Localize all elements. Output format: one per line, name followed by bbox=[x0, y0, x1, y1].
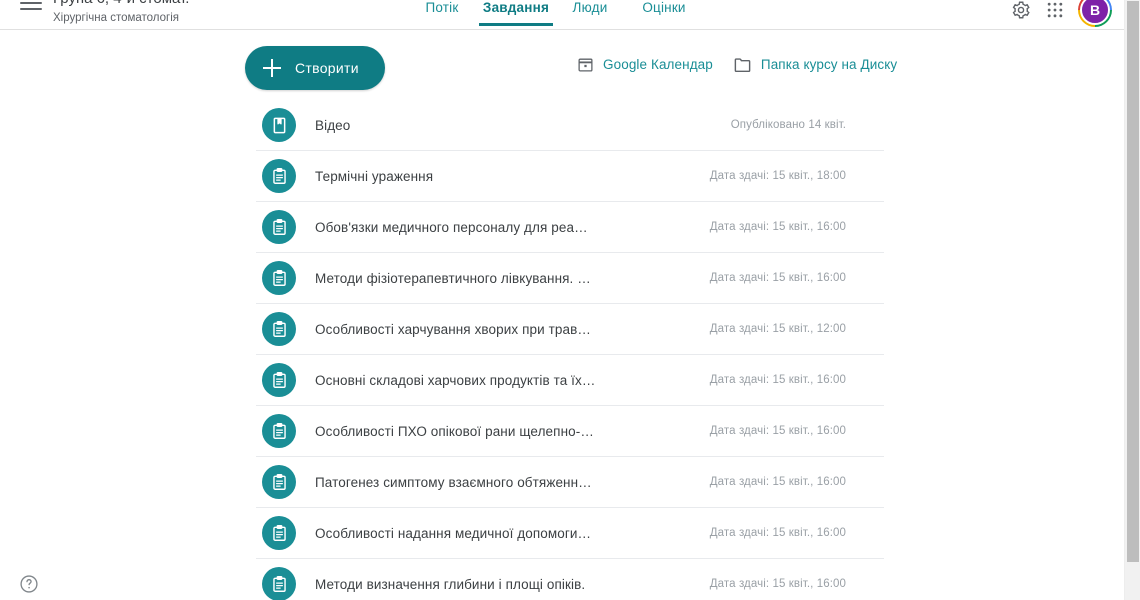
help-circle-icon[interactable] bbox=[19, 574, 39, 594]
list-item[interactable]: Основні складові харчових продуктів та ї… bbox=[256, 355, 884, 406]
top-app-bar: Група 6, 4-й стомат. Хірургічна стоматол… bbox=[0, 0, 1124, 30]
list-item[interactable]: Обов'язки медичного персоналу для реа… Д… bbox=[256, 202, 884, 253]
google-calendar-label: Google Календар bbox=[603, 56, 713, 72]
assignment-title: Відео bbox=[315, 117, 351, 133]
assignment-meta: Дата здачі: 15 квіт., 12:00 bbox=[709, 323, 846, 335]
create-button[interactable]: Створити bbox=[245, 46, 385, 90]
tab-stream[interactable]: Потік bbox=[405, 0, 479, 15]
assignment-clipboard-icon bbox=[262, 312, 296, 346]
course-subtitle: Хірургічна стоматологія bbox=[53, 12, 180, 24]
nav-tabs: Потік Завдання Люди Оцінки bbox=[405, 0, 701, 30]
assignment-title: Методи фізіотерапевтичного лівкування. … bbox=[315, 270, 591, 286]
assignment-title: Термічні ураження bbox=[315, 168, 434, 184]
list-item[interactable]: Патогенез симптому взаємного обтяженн… Д… bbox=[256, 457, 884, 508]
assignment-meta: Опубліковано 14 квіт. bbox=[730, 119, 846, 131]
gear-icon[interactable] bbox=[1004, 0, 1038, 27]
assignment-meta: Дата здачі: 15 квіт., 16:00 bbox=[709, 527, 846, 539]
assignment-title: Особливості ПХО опікової рани щелепно-… bbox=[315, 423, 594, 439]
assignment-title: Особливості надання медичної допомоги… bbox=[315, 525, 592, 541]
assignment-clipboard-icon bbox=[262, 261, 296, 295]
list-item[interactable]: Особливості ПХО опікової рани щелепно-… … bbox=[256, 406, 884, 457]
folder-icon bbox=[733, 54, 753, 74]
calendar-icon bbox=[575, 54, 595, 74]
assignment-title: Методи визначення глибини і площі опіків… bbox=[315, 576, 586, 592]
assignment-clipboard-icon bbox=[262, 159, 296, 193]
assignment-clipboard-icon bbox=[262, 210, 296, 244]
assignment-meta: Дата здачі: 15 квіт., 16:00 bbox=[709, 374, 846, 386]
assignment-meta: Дата здачі: 15 квіт., 16:00 bbox=[709, 476, 846, 488]
list-item[interactable]: Методи фізіотерапевтичного лівкування. …… bbox=[256, 253, 884, 304]
assignment-meta: Дата здачі: 15 квіт., 18:00 bbox=[709, 170, 846, 182]
tab-underline bbox=[479, 23, 553, 26]
create-button-label: Створити bbox=[295, 60, 359, 76]
tab-underline bbox=[553, 23, 627, 26]
assignment-meta: Дата здачі: 15 квіт., 16:00 bbox=[709, 425, 846, 437]
tab-underline bbox=[627, 23, 701, 26]
hamburger-line bbox=[20, 8, 42, 10]
assignment-meta: Дата здачі: 15 квіт., 16:00 bbox=[709, 272, 846, 284]
assignment-meta: Дата здачі: 15 квіт., 16:00 bbox=[709, 221, 846, 233]
tab-grades[interactable]: Оцінки bbox=[627, 0, 701, 15]
page-title: Група 6, 4-й стомат. bbox=[53, 0, 189, 9]
assignment-list: Відео Опубліковано 14 квіт. Термічні ура… bbox=[256, 100, 884, 600]
plus-icon bbox=[263, 59, 281, 77]
course-header[interactable]: Група 6, 4-й стомат. Хірургічна стоматол… bbox=[53, 0, 189, 26]
assignment-clipboard-icon bbox=[262, 465, 296, 499]
apps-grid-icon[interactable] bbox=[1038, 0, 1072, 27]
list-item[interactable]: Особливості харчування хворих при трав… … bbox=[256, 304, 884, 355]
tab-underline bbox=[405, 23, 479, 26]
quick-links: Google Календар Папка курсу на Диску bbox=[575, 54, 897, 74]
vertical-scrollbar[interactable] bbox=[1124, 0, 1140, 600]
list-item[interactable]: Особливості надання медичної допомоги… Д… bbox=[256, 508, 884, 559]
tab-classwork[interactable]: Завдання bbox=[479, 0, 553, 26]
tab-label: Люди bbox=[572, 0, 608, 15]
classwork-content: Створити Google Календар Папка курсу на … bbox=[0, 31, 1124, 600]
tab-people[interactable]: Люди bbox=[553, 0, 627, 15]
hamburger-menu-icon[interactable] bbox=[20, 0, 42, 16]
assignment-clipboard-icon bbox=[262, 414, 296, 448]
google-calendar-link[interactable]: Google Календар bbox=[575, 54, 713, 74]
assignment-title: Основні складові харчових продуктів та ї… bbox=[315, 372, 596, 388]
assignment-title: Патогенез симптому взаємного обтяженн… bbox=[315, 474, 592, 490]
avatar[interactable]: B bbox=[1078, 0, 1112, 27]
hamburger-line bbox=[20, 2, 42, 4]
drive-folder-link[interactable]: Папка курсу на Диску bbox=[733, 54, 897, 74]
assignment-title: Особливості харчування хворих при трав… bbox=[315, 321, 591, 337]
tab-label: Потік bbox=[425, 0, 459, 15]
classroom-app: Група 6, 4-й стомат. Хірургічна стоматол… bbox=[0, 0, 1140, 600]
assignment-meta: Дата здачі: 15 квіт., 16:00 bbox=[709, 578, 846, 590]
drive-folder-label: Папка курсу на Диску bbox=[760, 56, 898, 72]
material-book-icon bbox=[262, 108, 296, 142]
assignment-clipboard-icon bbox=[262, 363, 296, 397]
list-item[interactable]: Методи визначення глибини і площі опіків… bbox=[256, 559, 884, 600]
tab-label: Завдання bbox=[482, 0, 550, 15]
assignment-clipboard-icon bbox=[262, 516, 296, 550]
list-item[interactable]: Відео Опубліковано 14 квіт. bbox=[256, 100, 884, 151]
assignment-clipboard-icon bbox=[262, 567, 296, 600]
tab-label: Оцінки bbox=[642, 0, 686, 15]
scrollbar-thumb[interactable] bbox=[1127, 1, 1139, 562]
list-item[interactable]: Термічні ураження Дата здачі: 15 квіт., … bbox=[256, 151, 884, 202]
assignment-title: Обов'язки медичного персоналу для реа… bbox=[315, 219, 588, 235]
top-bar-actions: B bbox=[1004, 0, 1124, 27]
